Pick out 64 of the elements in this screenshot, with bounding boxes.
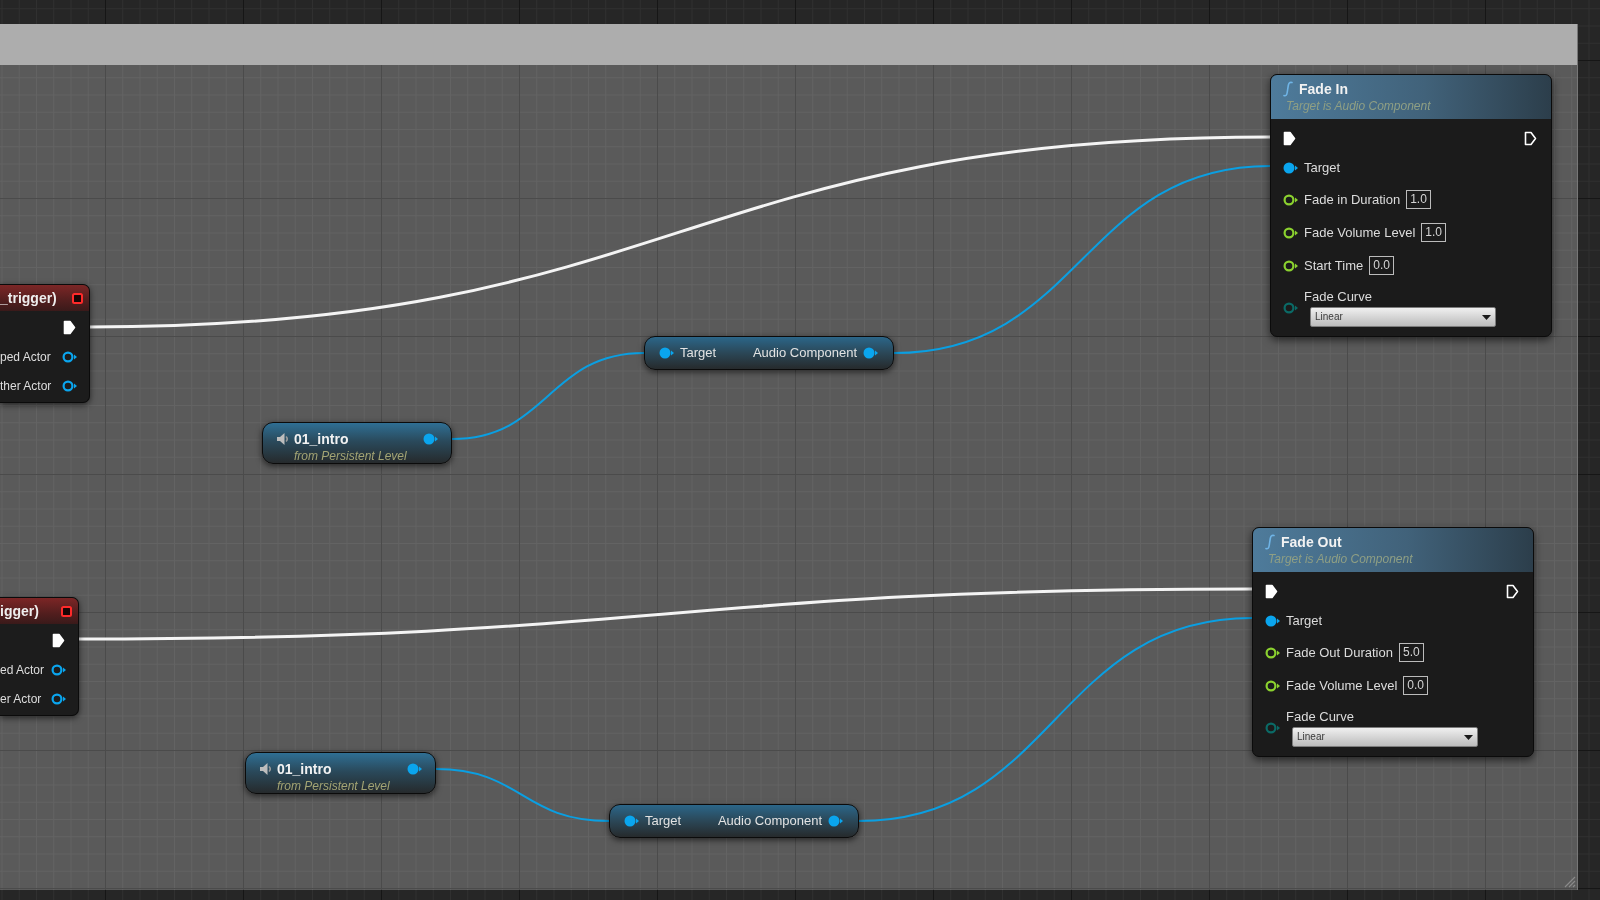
pin-icon[interactable] [62, 379, 77, 392]
node-title: Fade In [1299, 80, 1348, 98]
pin-label: Target [1286, 612, 1323, 631]
node-subtitle: Target is Audio Component [1285, 98, 1432, 114]
pin-label: Start Time [1304, 256, 1364, 275]
exec-pin-icon[interactable] [63, 320, 76, 335]
pin-label: ther Actor [0, 377, 52, 395]
pin-label: Target [645, 812, 683, 831]
exec-pin-icon[interactable] [1265, 583, 1278, 599]
pin-icon[interactable] [51, 692, 66, 705]
pin-icon[interactable] [1283, 226, 1298, 239]
pin-icon[interactable] [1265, 679, 1280, 692]
pin-icon[interactable] [624, 815, 639, 827]
function-icon [1283, 81, 1293, 97]
speaker-icon [259, 762, 273, 776]
function-icon [1265, 534, 1275, 550]
pin-label: Fade in Duration [1304, 190, 1401, 209]
pin-label: Fade Out Duration [1286, 643, 1393, 662]
node-title: igger) [0, 601, 39, 621]
number-field[interactable]: 0.0 [1403, 676, 1428, 695]
pin-label: Target [1304, 159, 1341, 178]
pin-icon[interactable] [1283, 259, 1298, 272]
pin-label: Fade Volume Level [1304, 223, 1416, 242]
pin-label: Audio Component [752, 344, 857, 363]
pin-label: Audio Component [717, 812, 822, 831]
pin-label: Fade Curve [1304, 289, 1373, 305]
node-title: Fade Out [1281, 533, 1342, 551]
speaker-icon [276, 432, 290, 446]
node-title: 01_intro [294, 429, 350, 449]
pin-icon[interactable] [659, 347, 674, 359]
node-subtitle: Target is Audio Component [1267, 551, 1414, 567]
number-field[interactable]: 1.0 [1421, 223, 1446, 242]
exec-pin-icon[interactable] [52, 633, 65, 648]
pin-label: Fade Curve [1286, 709, 1355, 725]
node-subtitle: from Persistent Level [276, 779, 391, 793]
square-pin-icon[interactable] [72, 292, 83, 304]
pin-icon[interactable] [1265, 646, 1280, 659]
pin-icon[interactable] [51, 663, 66, 676]
node-subtitle: from Persistent Level [293, 449, 408, 463]
pin-label: er Actor [0, 690, 42, 708]
pin-icon[interactable] [1283, 193, 1298, 206]
pin-icon[interactable] [1283, 162, 1298, 174]
square-pin-icon[interactable] [61, 605, 72, 617]
caret-icon [1464, 734, 1473, 740]
pin-label: ped Actor [0, 348, 51, 366]
dropdown[interactable]: Linear [1310, 307, 1496, 327]
pin-icon[interactable] [62, 350, 77, 363]
pin-label: ed Actor [0, 661, 45, 679]
dropdown[interactable]: Linear [1292, 727, 1478, 747]
caret-icon [1482, 314, 1491, 320]
pin-icon[interactable] [863, 347, 878, 359]
resize-grip-icon[interactable] [1564, 876, 1576, 888]
exec-pin-icon[interactable] [1506, 583, 1519, 599]
pin-label: Target [680, 344, 718, 363]
exec-pin-icon[interactable] [1283, 130, 1296, 146]
node-title: _trigger) [0, 288, 57, 308]
pin-label: Fade Volume Level [1286, 676, 1398, 695]
number-field[interactable]: 5.0 [1398, 643, 1424, 662]
exec-pin-icon[interactable] [1524, 130, 1537, 146]
node-title: 01_intro [277, 759, 333, 779]
number-field[interactable]: 0.0 [1369, 256, 1394, 275]
pin-icon[interactable] [828, 815, 843, 827]
number-field[interactable]: 1.0 [1406, 190, 1431, 209]
pin-icon[interactable] [1265, 615, 1280, 627]
